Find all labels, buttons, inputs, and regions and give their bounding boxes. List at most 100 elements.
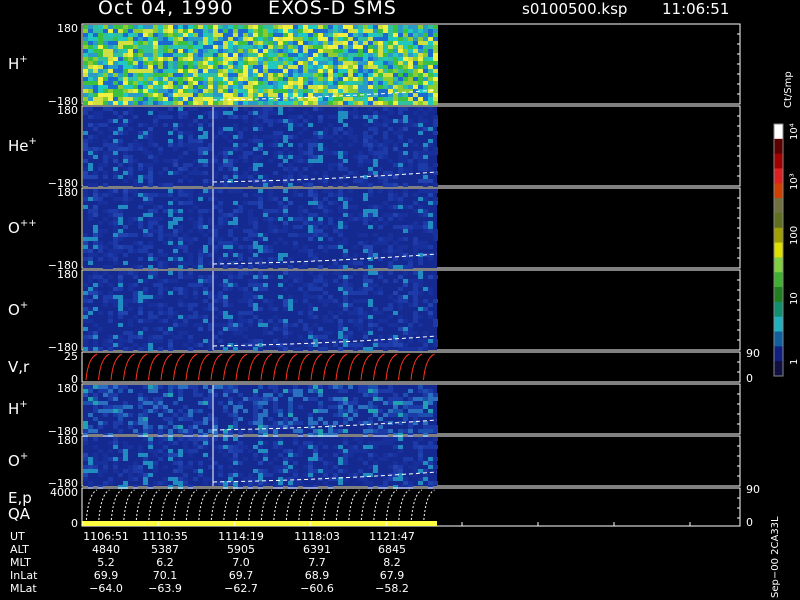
heatmap-cell — [338, 119, 343, 123]
heatmap-cell — [398, 45, 403, 49]
heatmap-cell — [263, 73, 268, 77]
heatmap-cell — [168, 77, 173, 81]
heatmap-cell — [368, 225, 373, 229]
heatmap-cell — [158, 93, 163, 97]
heatmap-cell — [163, 85, 168, 89]
heatmap-cell — [198, 225, 203, 229]
heatmap-cell — [148, 175, 153, 179]
heatmap-cell — [333, 453, 338, 457]
heatmap-cell — [88, 299, 93, 303]
heatmap-cell — [308, 421, 313, 425]
heatmap-cell — [368, 287, 373, 291]
heatmap-cell — [123, 33, 128, 37]
colorbar-segment — [774, 331, 783, 347]
heatmap-cell — [93, 97, 98, 101]
heatmap-cell — [243, 89, 248, 93]
heatmap-cell — [403, 461, 408, 465]
heatmap-cell — [373, 441, 378, 445]
heatmap-cell — [153, 409, 158, 413]
heatmap-cell — [268, 93, 273, 97]
heatmap-cell — [103, 81, 108, 85]
heatmap-cell — [178, 111, 183, 115]
heatmap-cell — [263, 409, 268, 413]
heatmap-cell — [133, 249, 138, 253]
heatmap-cell — [273, 151, 278, 155]
heatmap-cell — [133, 41, 138, 45]
panel-4-trace — [210, 353, 223, 381]
heatmap-cell — [423, 343, 428, 347]
heatmap-cell — [408, 347, 413, 351]
heatmap-cell — [288, 397, 293, 401]
heatmap-cell — [333, 151, 338, 155]
heatmap-cell — [113, 143, 118, 147]
heatmap-cell — [228, 477, 233, 481]
heatmap-cell — [163, 253, 168, 257]
heatmap-cell — [143, 385, 148, 389]
heatmap-cell — [223, 159, 228, 163]
heatmap-cell — [183, 81, 188, 85]
heatmap-cell — [358, 311, 363, 315]
heatmap-cell — [378, 89, 383, 93]
heatmap-cell — [403, 343, 408, 347]
heatmap-cell — [183, 287, 188, 291]
heatmap-cell — [328, 221, 333, 225]
heatmap-cell — [228, 401, 233, 405]
heatmap-cell — [238, 53, 243, 57]
heatmap-cell — [383, 81, 388, 85]
heatmap-cell — [228, 163, 233, 167]
heatmap-cell — [298, 193, 303, 197]
heatmap-cell — [108, 53, 113, 57]
heatmap-cell — [243, 271, 248, 275]
heatmap-cell — [163, 261, 168, 265]
heatmap-cell — [313, 45, 318, 49]
heatmap-cell — [103, 245, 108, 249]
heatmap-cell — [253, 393, 258, 397]
heatmap-cell — [208, 405, 213, 409]
heatmap-cell — [253, 147, 258, 151]
heatmap-cell — [278, 295, 283, 299]
ephemeris-cell: 5.2 — [97, 556, 115, 569]
heatmap-cell — [203, 291, 208, 295]
heatmap-cell — [343, 201, 348, 205]
heatmap-cell — [173, 45, 178, 49]
heatmap-cell — [103, 171, 108, 175]
heatmap-cell — [218, 245, 223, 249]
heatmap-cell — [193, 53, 198, 57]
heatmap-cell — [413, 249, 418, 253]
heatmap-cell — [343, 205, 348, 209]
heatmap-cell — [193, 49, 198, 53]
heatmap-cell — [383, 135, 388, 139]
heatmap-cell — [178, 81, 183, 85]
heatmap-cell — [173, 413, 178, 417]
heatmap-cell — [363, 85, 368, 89]
heatmap-cell — [118, 65, 123, 69]
heatmap-cell — [373, 159, 378, 163]
heatmap-cell — [163, 77, 168, 81]
heatmap-cell — [343, 279, 348, 283]
heatmap-cell — [413, 29, 418, 33]
heatmap-cell — [388, 441, 393, 445]
heatmap-cell — [308, 303, 313, 307]
heatmap-cell — [303, 61, 308, 65]
heatmap-cell — [293, 473, 298, 477]
heatmap-cell — [308, 327, 313, 331]
heatmap-cell — [373, 111, 378, 115]
heatmap-cell — [103, 175, 108, 179]
heatmap-cell — [368, 283, 373, 287]
heatmap-cell — [393, 241, 398, 245]
heatmap-cell — [413, 405, 418, 409]
heatmap-cell — [233, 77, 238, 81]
colorbar-segment — [774, 138, 783, 155]
heatmap-cell — [123, 401, 128, 405]
heatmap-cell — [338, 65, 343, 69]
heatmap-cell — [93, 193, 98, 197]
heatmap-cell — [293, 385, 298, 389]
heatmap-cell — [163, 425, 168, 429]
heatmap-cell — [363, 217, 368, 221]
colorbar-tick-label: 1 — [789, 359, 800, 365]
heatmap-cell — [88, 311, 93, 315]
heatmap-cell — [248, 237, 253, 241]
heatmap-cell — [138, 393, 143, 397]
heatmap-cell — [153, 481, 158, 485]
heatmap-cell — [223, 453, 228, 457]
